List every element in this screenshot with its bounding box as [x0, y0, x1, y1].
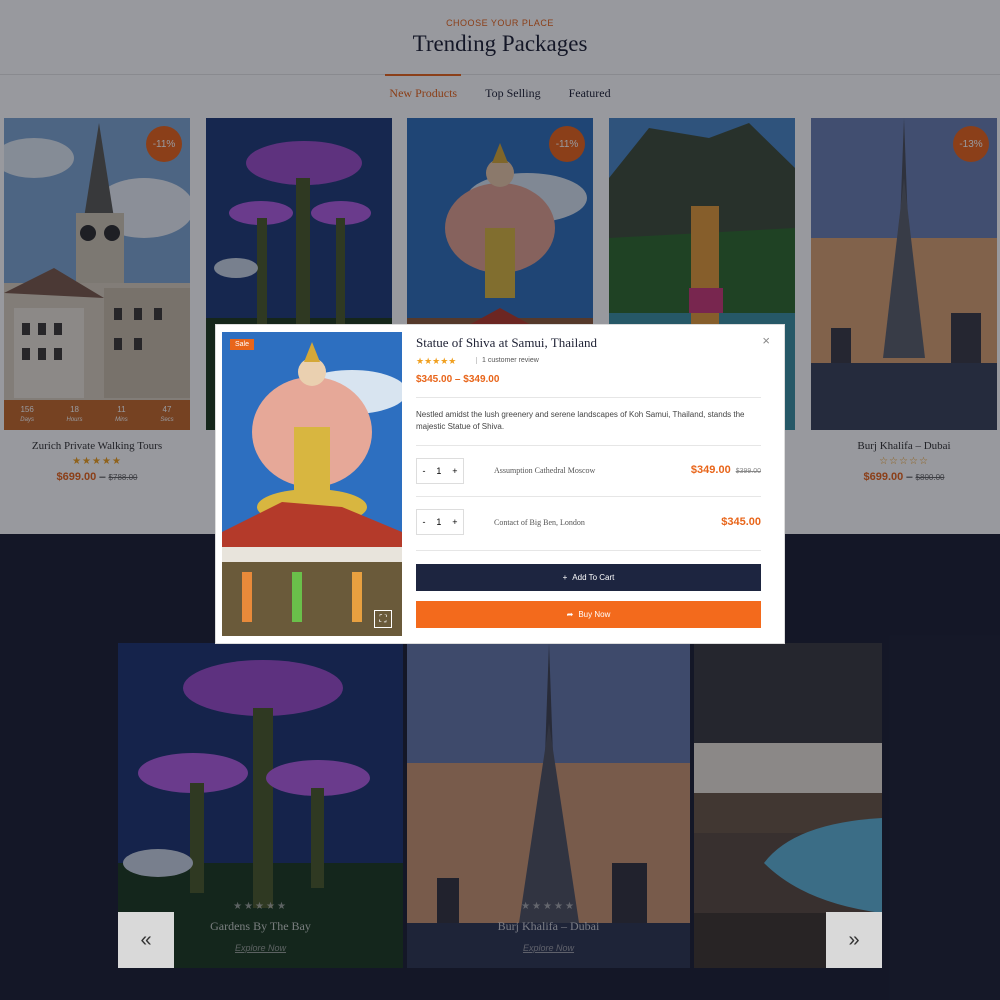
- share-arrow-icon: ➦: [566, 610, 574, 619]
- increment-button[interactable]: +: [452, 466, 457, 476]
- decrement-button[interactable]: -: [422, 466, 425, 476]
- modal-product-title: Statue of Shiva at Samui, Thailand: [416, 335, 598, 350]
- close-icon[interactable]: ×: [762, 333, 770, 348]
- quantity-stepper: - 1 +: [416, 509, 464, 535]
- quick-view-modal: Sale ⛶ × Statue of Shiva at Samui, Thail…: [216, 325, 784, 643]
- price-range: $345.00 – $349.00: [416, 374, 500, 385]
- customer-review-link[interactable]: 1 customer review: [476, 357, 539, 364]
- sale-badge: Sale: [230, 339, 255, 350]
- grouped-item-price: $349.00 $399.00: [690, 464, 761, 476]
- rating-stars: ★★★★★: [416, 356, 457, 366]
- divider: [416, 550, 761, 551]
- add-to-cart-button[interactable]: + Add To Cart: [416, 564, 761, 591]
- grouped-item-name[interactable]: Assumption Cathedral Moscow: [494, 466, 595, 475]
- carousel-prev-button[interactable]: «: [118, 912, 174, 968]
- buy-now-button[interactable]: ➦ Buy Now: [416, 601, 761, 628]
- carousel-next-button[interactable]: »: [826, 912, 882, 968]
- quantity-stepper: - 1 +: [416, 458, 464, 484]
- decrement-button[interactable]: -: [422, 517, 425, 527]
- product-description: Nestled amidst the lush greenery and ser…: [416, 410, 745, 431]
- modal-product-image[interactable]: Sale ⛶: [222, 332, 402, 636]
- divider: [416, 496, 761, 497]
- divider: [416, 397, 761, 398]
- expand-icon[interactable]: ⛶: [374, 610, 392, 628]
- divider: [416, 445, 761, 446]
- quantity-value[interactable]: 1: [436, 466, 441, 476]
- grouped-item-name[interactable]: Contact of Big Ben, London: [494, 518, 585, 527]
- grouped-item-price: $345.00: [721, 516, 761, 528]
- quantity-value[interactable]: 1: [436, 517, 441, 527]
- increment-button[interactable]: +: [452, 517, 457, 527]
- plus-icon: +: [562, 573, 568, 582]
